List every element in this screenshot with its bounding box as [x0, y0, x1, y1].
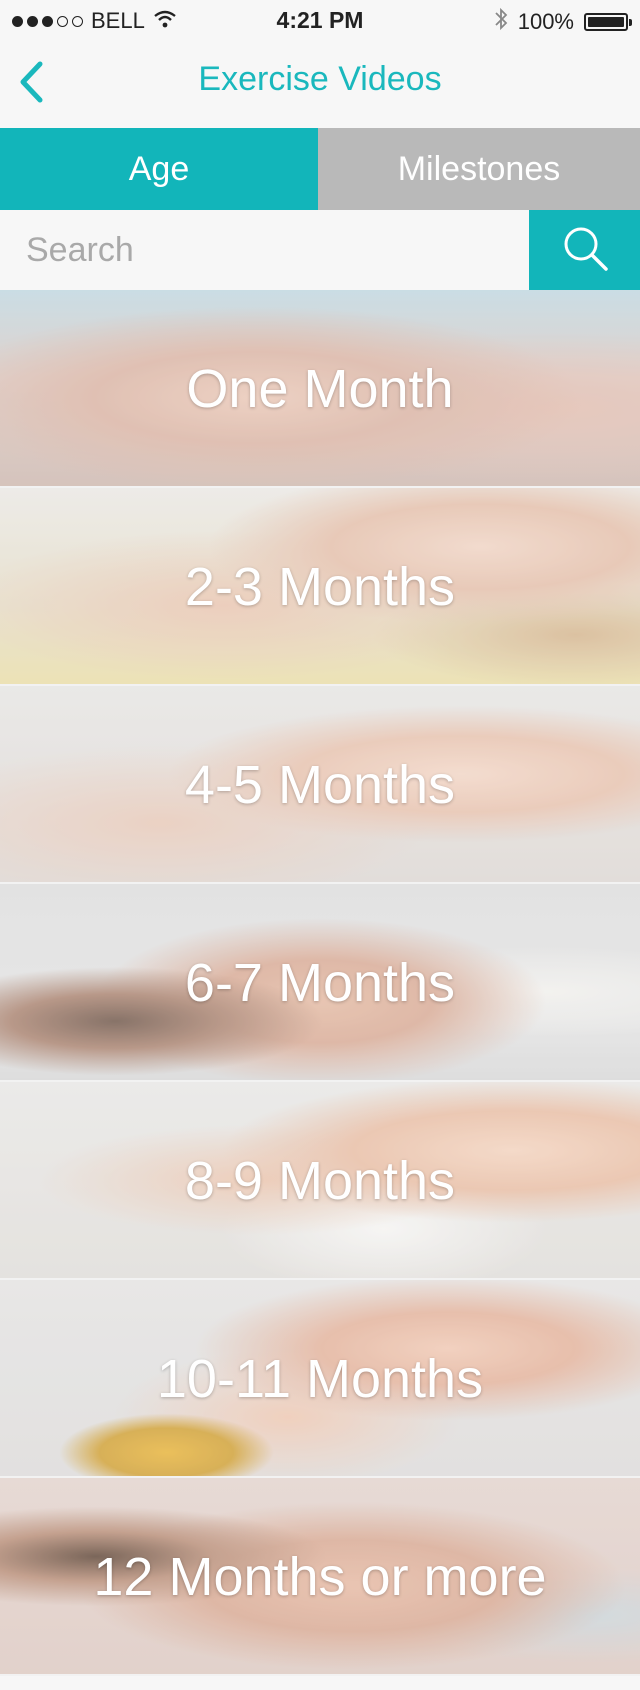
age-label: 12 Months or more: [93, 1547, 547, 1607]
search-input[interactable]: [0, 210, 529, 290]
age-row-10-11-months[interactable]: 10-11 Months: [0, 1280, 640, 1478]
bluetooth-icon: [494, 7, 508, 37]
battery-percent: 100%: [517, 9, 574, 34]
age-group-list: One Month 2-3 Months 4-5 Months 6-7 Mont…: [0, 290, 640, 1676]
search-bar: [0, 210, 640, 290]
age-row-12-months-or-more[interactable]: 12 Months or more: [0, 1478, 640, 1676]
age-label: 4-5 Months: [184, 755, 456, 815]
search-button[interactable]: [529, 210, 640, 290]
age-row-2-3-months[interactable]: 2-3 Months: [0, 488, 640, 686]
page-title: Exercise Videos: [198, 60, 442, 98]
tab-milestones[interactable]: Milestones: [318, 128, 640, 210]
age-row-8-9-months[interactable]: 8-9 Months: [0, 1082, 640, 1280]
status-bar: BELL 4:21 PM 100%: [0, 0, 640, 40]
age-label: 8-9 Months: [184, 1151, 456, 1211]
age-label: 2-3 Months: [184, 557, 456, 617]
age-label: 10-11 Months: [156, 1349, 484, 1409]
tab-age[interactable]: Age: [0, 128, 318, 210]
age-row-6-7-months[interactable]: 6-7 Months: [0, 884, 640, 1082]
age-label: 6-7 Months: [184, 953, 456, 1013]
age-row-4-5-months[interactable]: 4-5 Months: [0, 686, 640, 884]
tab-bar: Age Milestones: [0, 128, 640, 210]
search-icon: [560, 223, 610, 278]
age-label: One Month: [186, 359, 454, 419]
age-row-one-month[interactable]: One Month: [0, 290, 640, 488]
status-right: 100%: [494, 7, 632, 37]
battery-icon: [584, 13, 632, 31]
navigation-bar: Exercise Videos: [0, 40, 640, 128]
